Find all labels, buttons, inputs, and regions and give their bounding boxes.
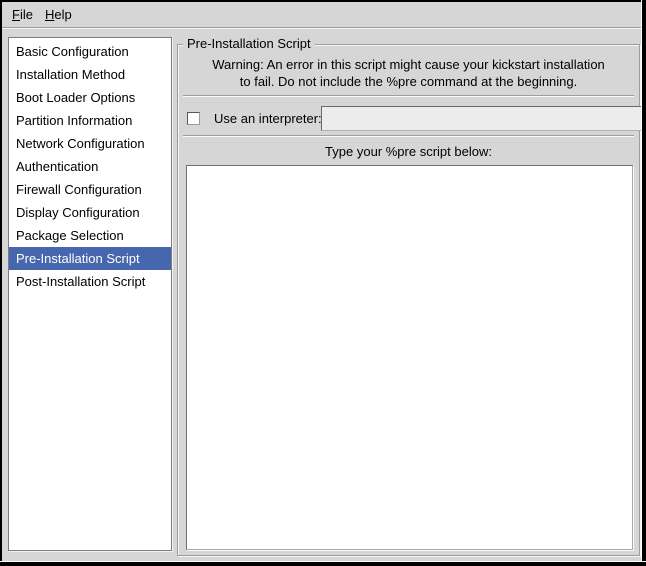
window-border-right (642, 0, 646, 566)
warning-text: Warning: An error in this script might c… (182, 56, 635, 90)
menu-file[interactable]: File (6, 5, 39, 24)
use-interpreter-label[interactable]: Use an interpreter: (214, 106, 322, 132)
frame-title: Pre-Installation Script (183, 36, 315, 51)
section-list: Basic Configuration Installation Method … (8, 37, 172, 551)
interpreter-row: Use an interpreter: (187, 106, 631, 132)
script-prompt-label: Type your %pre script below: (178, 143, 639, 160)
warning-line-1: Warning: An error in this script might c… (182, 56, 635, 73)
sidebar-item-installation-method[interactable]: Installation Method (9, 63, 171, 86)
sidebar-item-boot-loader-options[interactable]: Boot Loader Options (9, 86, 171, 109)
interpreter-entry[interactable] (321, 106, 642, 131)
sidebar-item-post-installation-script[interactable]: Post-Installation Script (9, 270, 171, 293)
pre-installation-script-frame: Pre-Installation Script Warning: An erro… (177, 44, 640, 556)
sidebar-item-basic-configuration[interactable]: Basic Configuration (9, 40, 171, 63)
menubar: File Help (2, 2, 642, 28)
sidebar-item-partition-information[interactable]: Partition Information (9, 109, 171, 132)
window-border-left (0, 0, 2, 566)
menu-help[interactable]: Help (39, 5, 78, 24)
sidebar-item-network-configuration[interactable]: Network Configuration (9, 132, 171, 155)
use-interpreter-checkbox[interactable] (187, 112, 200, 125)
pre-script-textarea[interactable] (186, 165, 633, 550)
sidebar-item-firewall-configuration[interactable]: Firewall Configuration (9, 178, 171, 201)
sidebar-item-authentication[interactable]: Authentication (9, 155, 171, 178)
sidebar-item-pre-installation-script[interactable]: Pre-Installation Script (9, 247, 171, 270)
sidebar-item-display-configuration[interactable]: Display Configuration (9, 201, 171, 224)
separator (183, 135, 634, 137)
window-border-top (0, 0, 646, 2)
sidebar-item-package-selection[interactable]: Package Selection (9, 224, 171, 247)
window-border-bottom (0, 562, 646, 566)
separator (183, 95, 634, 97)
warning-line-2: to fail. Do not include the %pre command… (182, 73, 635, 90)
